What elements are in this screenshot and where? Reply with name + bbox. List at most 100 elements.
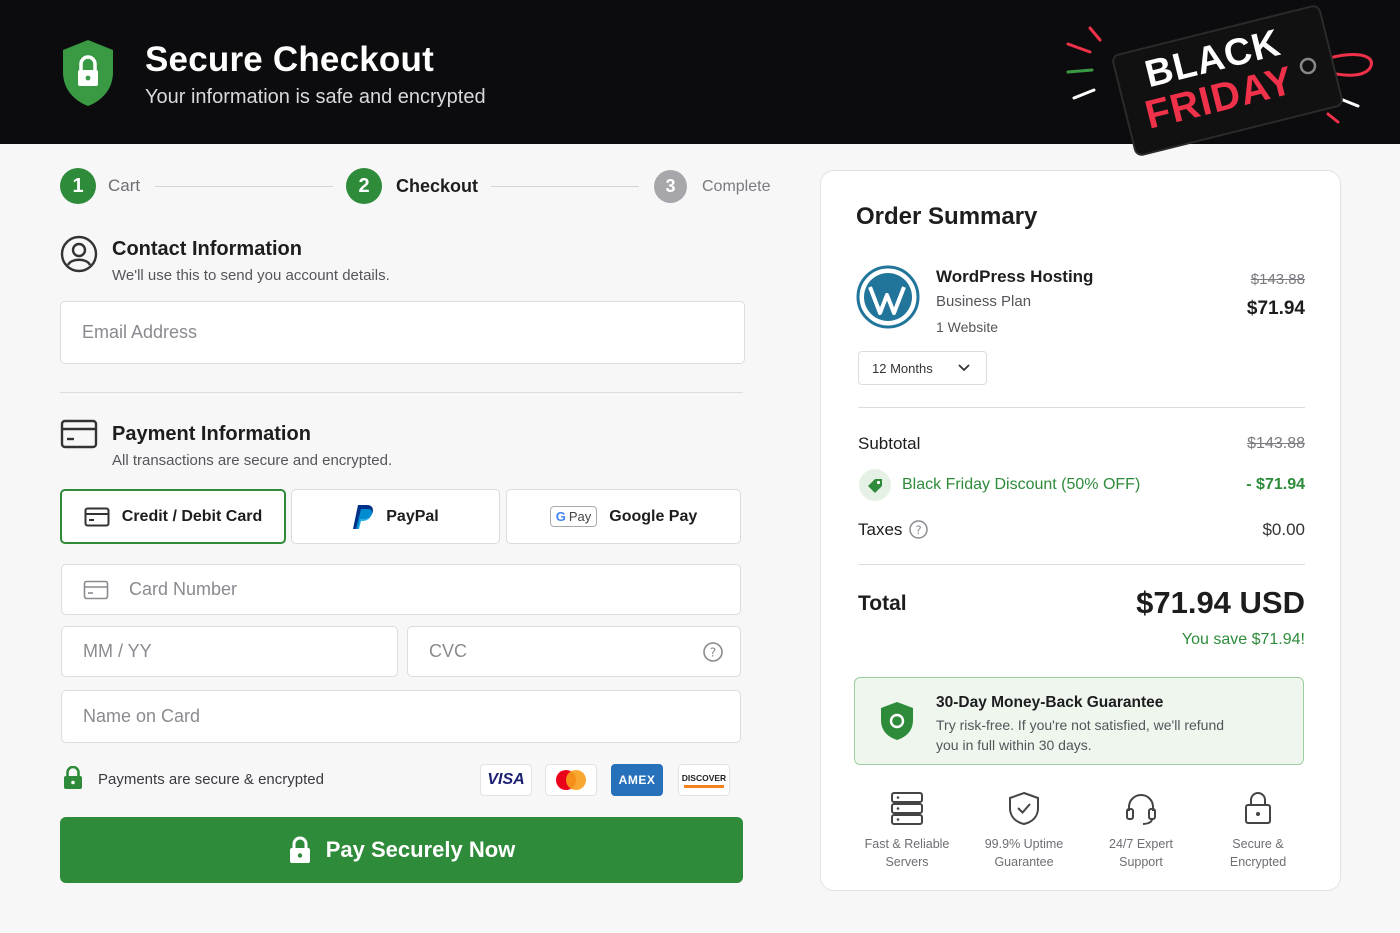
expiry-field[interactable]: MM / YY: [61, 626, 398, 677]
feature-uptime-line2: Guarantee: [994, 855, 1054, 869]
chevron-down-icon: [958, 364, 970, 372]
padlock-icon: [1245, 792, 1271, 824]
credit-card-icon: [60, 419, 98, 449]
feature-uptime: 99.9% Uptime Guarantee: [969, 791, 1079, 871]
feature-support-line1: 24/7 Expert: [1109, 837, 1173, 851]
taxes-value: $0.00: [1262, 520, 1305, 539]
paypal-payment-option[interactable]: PayPal: [291, 489, 500, 544]
page-subtitle: Your information is safe and encrypted: [145, 86, 486, 108]
feature-support: 24/7 Expert Support: [1086, 791, 1196, 871]
feature-servers-line2: Servers: [885, 855, 929, 869]
page-header: Secure Checkout Your information is safe…: [0, 0, 1400, 158]
payment-title: Payment Information: [112, 423, 311, 445]
black-friday-badge: BLACK FRIDAY: [1060, 3, 1390, 158]
svg-text:?: ?: [915, 523, 921, 537]
amex-logo: AMEX: [611, 764, 663, 796]
product-original-price: $143.88: [1250, 271, 1305, 288]
mastercard-icon: [556, 770, 586, 790]
subtotal-label: Subtotal: [858, 434, 921, 453]
google-pay-icon: G Pay: [549, 506, 598, 527]
secure-shield-icon: [63, 40, 113, 106]
summary-title: Order Summary: [856, 203, 1038, 230]
page-title: Secure Checkout: [145, 40, 434, 79]
expiry-placeholder: MM / YY: [83, 641, 152, 661]
card-number-placeholder: Card Number: [129, 579, 238, 599]
product-name: WordPress Hosting: [936, 267, 1094, 286]
guarantee-shield-icon: [881, 702, 913, 740]
discount-tag-icon: [859, 469, 891, 501]
taxes-help-icon[interactable]: ?: [908, 519, 929, 540]
step-3-label: Complete: [702, 178, 771, 195]
google-pay-payment-option[interactable]: G Pay Google Pay: [506, 489, 741, 544]
discount-label: Black Friday Discount (50% OFF): [902, 476, 1141, 493]
server-icon: [891, 792, 923, 825]
wordpress-logo-icon: [856, 265, 920, 329]
step-2-label: Checkout: [396, 176, 479, 196]
step-2-circle: 2: [346, 168, 382, 204]
pay-now-button[interactable]: Pay Securely Now: [60, 817, 743, 883]
tag-hole-icon: [1299, 57, 1317, 75]
card-number-icon: [83, 580, 109, 599]
name-on-card-field[interactable]: Name on Card: [61, 690, 741, 743]
subtotal-value: $143.88: [1247, 435, 1305, 452]
discover-logo: DISCOVER: [678, 764, 730, 796]
headset-icon: [1126, 794, 1156, 825]
guarantee-text-line2: you in full within 30 days.: [936, 737, 1092, 753]
guarantee-title: 30-Day Money-Back Guarantee: [936, 694, 1164, 711]
name-placeholder: Name on Card: [83, 706, 201, 726]
feature-support-line2: Support: [1119, 855, 1163, 869]
google-pay-option-label: Google Pay: [609, 507, 698, 525]
card-payment-option[interactable]: Credit / Debit Card: [60, 489, 286, 544]
taxes-label: Taxes: [858, 520, 903, 539]
paypal-option-label: PayPal: [386, 507, 439, 525]
order-summary-card: Order Summary WordPress Hosting Business…: [820, 170, 1341, 891]
product-price: $71.94: [1246, 298, 1305, 319]
feature-servers: Fast & Reliable Servers: [852, 791, 962, 871]
savings-text: You save $71.94!: [1181, 631, 1305, 648]
svg-text:?: ?: [710, 645, 716, 659]
email-placeholder: Email Address: [82, 322, 198, 342]
step-3-circle: 3: [654, 170, 687, 203]
user-icon: [60, 235, 98, 273]
google-pay-badge-text: Pay: [568, 509, 592, 524]
visa-logo: VISA: [480, 764, 532, 796]
step-connector: [491, 186, 639, 187]
card-option-label: Credit / Debit Card: [121, 507, 263, 525]
total-value: $71.94 USD: [1136, 585, 1305, 620]
step-connector: [155, 186, 333, 187]
email-field[interactable]: Email Address: [60, 301, 745, 364]
contact-title: Contact Information: [112, 238, 302, 260]
paypal-icon: [353, 504, 374, 529]
feature-secure-line2: Encrypted: [1229, 855, 1287, 869]
lock-icon: [64, 766, 82, 789]
step-1-circle[interactable]: 1: [60, 168, 96, 204]
card-number-field[interactable]: Card Number: [61, 564, 741, 615]
payment-subtitle: All transactions are secure and encrypte…: [112, 452, 393, 469]
mastercard-logo: [545, 764, 597, 796]
feature-secure-line1: Secure &: [1232, 837, 1284, 851]
secure-note: Payments are secure & encrypted: [98, 771, 324, 788]
step-1-label[interactable]: Cart: [108, 176, 140, 196]
feature-uptime-line1: 99.9% Uptime: [984, 837, 1064, 851]
feature-secure: Secure & Encrypted: [1203, 791, 1313, 871]
help-icon[interactable]: ?: [702, 641, 724, 663]
term-select[interactable]: 12 Months: [858, 351, 987, 385]
feature-servers-line1: Fast & Reliable: [864, 837, 950, 851]
cvc-field[interactable]: CVC ?: [407, 626, 741, 677]
pay-now-label: Pay Securely Now: [325, 837, 516, 862]
cvc-placeholder: CVC: [429, 641, 468, 661]
summary-divider: [858, 407, 1305, 408]
term-select-value: 12 Months: [872, 360, 933, 376]
product-plan: Business Plan: [936, 293, 1032, 310]
product-sites: 1 Website: [936, 319, 998, 335]
discover-stripe: [684, 784, 724, 788]
shield-check-icon: [1009, 791, 1039, 825]
money-back-guarantee: 30-Day Money-Back Guarantee Try risk-fre…: [854, 677, 1304, 765]
total-label: Total: [858, 592, 907, 615]
discount-value: - $71.94: [1246, 476, 1305, 493]
contact-subtitle: We'll use this to send you account detai…: [112, 267, 390, 284]
summary-divider: [858, 564, 1305, 565]
button-lock-icon: [289, 836, 310, 863]
card-icon: [84, 507, 110, 526]
google-g-icon: G: [555, 509, 566, 524]
